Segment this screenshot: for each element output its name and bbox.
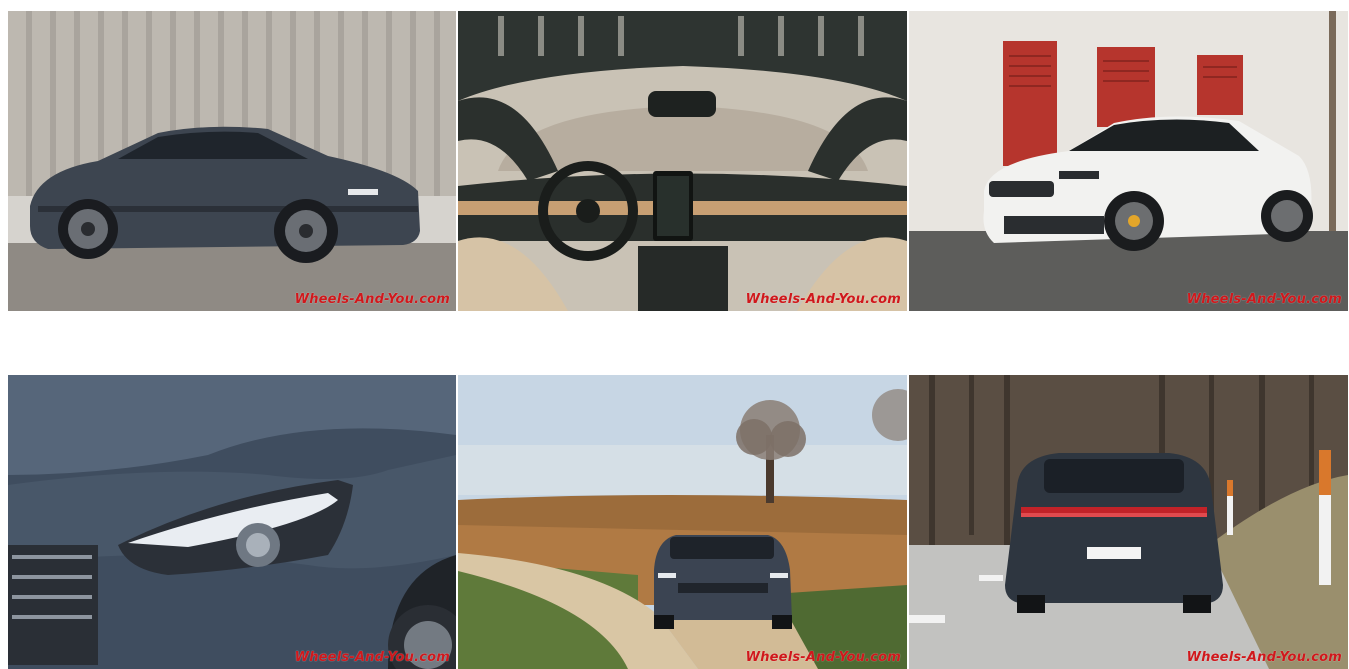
gallery-photo-car-on-country-road[interactable]: Wheels-And-You.com (458, 375, 907, 669)
photo-gallery: Wheels-And-You.com Wheels-And-You.com Wh… (0, 0, 1349, 669)
gallery-photo-car-front-quarter[interactable]: Wheels-And-You.com (909, 11, 1348, 311)
gallery-photo-car-side-view[interactable]: Wheels-And-You.com (8, 11, 456, 311)
car-front-quarter-image (909, 11, 1348, 311)
watermark: Wheels-And-You.com (294, 292, 450, 307)
car-interior-image (458, 11, 907, 311)
car-rear-view-image (909, 375, 1348, 669)
car-side-view-image (8, 11, 456, 311)
car-on-country-road-image (458, 375, 907, 669)
gallery-photo-car-interior[interactable]: Wheels-And-You.com (458, 11, 907, 311)
watermark: Wheels-And-You.com (1186, 650, 1342, 665)
gallery-photo-car-rear-view[interactable]: Wheels-And-You.com (909, 375, 1348, 669)
headlight-detail-image (8, 375, 456, 669)
watermark: Wheels-And-You.com (294, 650, 450, 665)
gallery-photo-headlight-detail[interactable]: Wheels-And-You.com (8, 375, 456, 669)
watermark: Wheels-And-You.com (1186, 292, 1342, 307)
watermark: Wheels-And-You.com (745, 292, 901, 307)
watermark: Wheels-And-You.com (745, 650, 901, 665)
